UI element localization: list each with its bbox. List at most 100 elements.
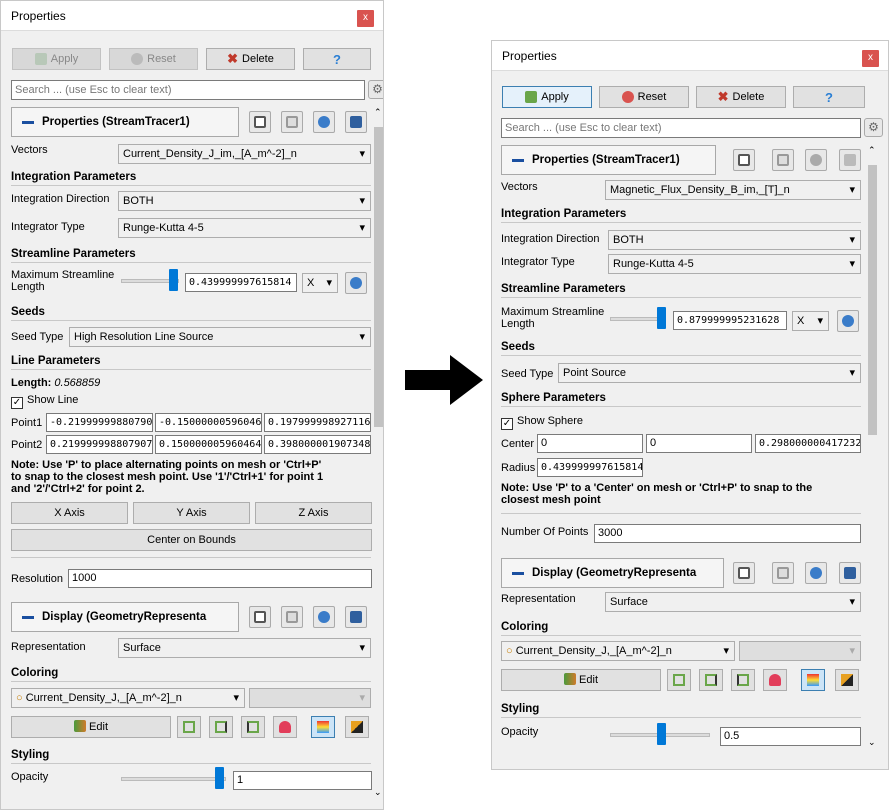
rescale-temporal-icon[interactable]	[241, 716, 265, 738]
checkbox-icon[interactable]: ✓	[11, 397, 23, 409]
scrollbar-thumb[interactable]	[374, 127, 383, 427]
max-length-input[interactable]: 0.439999997615814	[185, 273, 297, 292]
axis-combo[interactable]: X	[302, 273, 338, 293]
max-length-slider-handle[interactable]	[169, 269, 178, 291]
save-icon[interactable]	[839, 149, 861, 171]
delete-button[interactable]: ✖ Delete	[206, 48, 295, 70]
edit-button[interactable]: Edit	[11, 716, 171, 738]
vectors-select[interactable]: Magnetic_Flux_Density_B_im,_[T]_n	[605, 180, 861, 200]
apply-button[interactable]: Apply	[12, 48, 101, 70]
integrator-type-select[interactable]: Runge-Kutta 4-5	[608, 254, 861, 274]
reset-button[interactable]: Reset	[599, 86, 689, 108]
paste-icon[interactable]	[281, 111, 303, 133]
x-axis-button[interactable]: X Axis	[11, 502, 128, 524]
resolution-input[interactable]: 1000	[68, 569, 372, 588]
opacity-slider-handle[interactable]	[657, 723, 666, 745]
rescale-custom-icon[interactable]	[699, 669, 723, 691]
color-legend-icon[interactable]	[801, 669, 825, 691]
refresh-icon[interactable]	[805, 149, 827, 171]
reset-length-icon[interactable]	[837, 310, 859, 332]
rescale-custom-icon[interactable]	[209, 716, 233, 738]
copy-icon[interactable]	[733, 562, 755, 584]
center-z-input[interactable]: 0.298000000417232	[755, 434, 861, 453]
representation-select[interactable]: Surface	[605, 592, 861, 612]
radius-input[interactable]: 0.439999997615814	[537, 458, 643, 477]
component-select[interactable]	[249, 688, 371, 708]
point2-x-input[interactable]: 0.219999998807907	[46, 435, 153, 454]
axis-combo[interactable]: X	[792, 311, 829, 331]
color-map-editor-icon[interactable]	[835, 669, 859, 691]
component-select[interactable]	[739, 641, 861, 661]
max-length-slider-handle[interactable]	[657, 307, 666, 329]
coloring-select[interactable]: ○ Current_Density_J,_[A_m^-2]_n	[501, 641, 735, 661]
paste-icon[interactable]	[281, 606, 303, 628]
representation-select[interactable]: Surface	[118, 638, 371, 658]
opacity-input[interactable]: 0.5	[720, 727, 861, 746]
opacity-slider-handle[interactable]	[215, 767, 224, 789]
save-icon[interactable]	[345, 111, 367, 133]
close-button[interactable]: x	[862, 50, 879, 67]
help-button[interactable]: ?	[793, 86, 865, 108]
integration-direction-select[interactable]: BOTH	[118, 191, 371, 211]
copy-icon[interactable]	[249, 111, 271, 133]
opacity-slider-track[interactable]	[121, 777, 226, 781]
scroll-down-icon[interactable]: ⌄	[374, 787, 382, 798]
checkbox-icon[interactable]: ✓	[501, 418, 513, 430]
color-legend-icon[interactable]	[311, 716, 335, 738]
seed-type-select[interactable]: Point Source	[558, 363, 861, 383]
search-input[interactable]: Search ... (use Esc to clear text)	[11, 80, 365, 100]
point1-x-input[interactable]: -0.21999999880790	[46, 413, 153, 432]
point1-y-input[interactable]: -0.15000000596046	[155, 413, 262, 432]
show-sphere-checkbox[interactable]: ✓ Show Sphere	[501, 415, 583, 430]
vectors-select[interactable]: Current_Density_J_im,_[A_m^-2]_n	[118, 144, 371, 164]
rescale-range-icon[interactable]	[667, 669, 691, 691]
save-icon[interactable]	[839, 562, 861, 584]
center-y-input[interactable]: 0	[646, 434, 752, 453]
rescale-temporal-icon[interactable]	[731, 669, 755, 691]
gear-icon[interactable]: ⚙	[864, 118, 883, 137]
center-x-input[interactable]: 0	[537, 434, 643, 453]
copy-icon[interactable]	[733, 149, 755, 171]
scrollbar-thumb[interactable]	[868, 165, 877, 435]
display-section-header[interactable]: Display (GeometryRepresenta	[11, 602, 239, 632]
reset-button[interactable]: Reset	[109, 48, 198, 70]
rescale-range-icon[interactable]	[177, 716, 201, 738]
refresh-icon[interactable]	[313, 606, 335, 628]
y-axis-button[interactable]: Y Axis	[133, 502, 250, 524]
help-button[interactable]: ?	[303, 48, 371, 70]
scroll-up-icon[interactable]: ⌃	[868, 145, 876, 156]
refresh-icon[interactable]	[805, 562, 827, 584]
properties-section-header[interactable]: Properties (StreamTracer1)	[501, 145, 716, 175]
search-input[interactable]: Search ... (use Esc to clear text)	[501, 118, 861, 138]
scroll-up-icon[interactable]: ⌃	[374, 107, 382, 118]
seed-type-select[interactable]: High Resolution Line Source	[69, 327, 371, 347]
save-icon[interactable]	[345, 606, 367, 628]
point2-z-input[interactable]: 0.398000001907348	[264, 435, 371, 454]
center-on-bounds-button[interactable]: Center on Bounds	[11, 529, 372, 551]
apply-button[interactable]: Apply	[502, 86, 592, 108]
coloring-select[interactable]: ○ Current_Density_J,_[A_m^-2]_n	[11, 688, 245, 708]
point1-z-input[interactable]: 0.197999998927116	[264, 413, 371, 432]
color-map-editor-icon[interactable]	[345, 716, 369, 738]
edit-button[interactable]: Edit	[501, 669, 661, 691]
integration-direction-select[interactable]: BOTH	[608, 230, 861, 250]
opacity-input[interactable]: 1	[233, 771, 372, 790]
integrator-type-select[interactable]: Runge-Kutta 4-5	[118, 218, 371, 238]
reset-length-icon[interactable]	[345, 272, 367, 294]
paste-icon[interactable]	[772, 149, 794, 171]
point2-y-input[interactable]: 0.150000005960464	[155, 435, 262, 454]
z-axis-button[interactable]: Z Axis	[255, 502, 372, 524]
close-button[interactable]: x	[357, 10, 374, 27]
scrollbar[interactable]: ⌃ ⌄	[372, 107, 383, 807]
scrollbar[interactable]: ⌃ ⌄	[866, 145, 879, 755]
properties-section-header[interactable]: Properties (StreamTracer1)	[11, 107, 239, 137]
copy-icon[interactable]	[249, 606, 271, 628]
gear-icon[interactable]: ⚙	[368, 80, 383, 99]
favorites-icon[interactable]	[763, 669, 787, 691]
favorites-icon[interactable]	[273, 716, 297, 738]
number-of-points-input[interactable]: 3000	[594, 524, 861, 543]
max-length-input[interactable]: 0.879999995231628	[673, 311, 787, 330]
paste-icon[interactable]	[772, 562, 794, 584]
show-line-checkbox[interactable]: ✓ Show Line	[11, 394, 78, 409]
delete-button[interactable]: ✖ Delete	[696, 86, 786, 108]
